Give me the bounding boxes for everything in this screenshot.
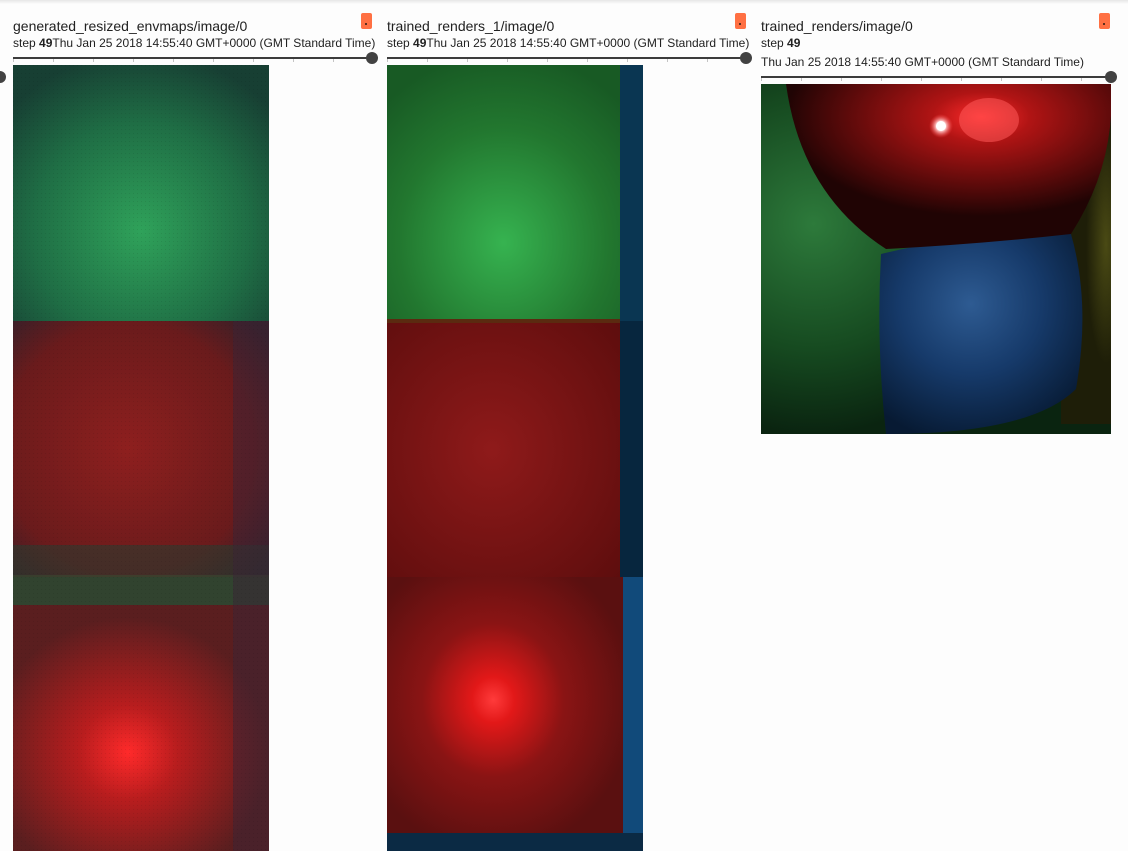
card-title: trained_renders/image/0 <box>761 18 913 34</box>
slider-thumb[interactable] <box>366 52 378 64</box>
slider-ticks <box>13 59 372 62</box>
card-title: trained_renders_1/image/0 <box>387 18 555 34</box>
toolbar-shadow <box>0 0 1128 4</box>
slider-ticks <box>761 78 1111 81</box>
step-label: step <box>13 36 36 50</box>
slider-thumb[interactable] <box>1105 71 1117 83</box>
render-image[interactable] <box>761 84 1111 434</box>
card-title: generated_resized_envmaps/image/0 <box>13 18 248 34</box>
timestamp: Thu Jan 25 2018 14:55:40 GMT+0000 (GMT S… <box>52 36 376 50</box>
expand-button[interactable] <box>361 13 372 29</box>
timestamp: Thu Jan 25 2018 14:55:40 GMT+0000 (GMT S… <box>761 55 1084 69</box>
step-label: step <box>761 36 784 50</box>
expand-button[interactable] <box>1099 13 1110 29</box>
expand-button[interactable] <box>735 13 746 29</box>
render-graphic <box>761 84 1111 434</box>
step-info: step 49Thu Jan 25 2018 14:55:40 GMT+0000… <box>387 36 749 50</box>
render-image[interactable] <box>387 65 643 851</box>
step-value: 49 <box>787 36 801 50</box>
step-value: 49 <box>413 36 427 50</box>
step-slider[interactable] <box>387 52 752 64</box>
step-info: step 49 <box>761 36 800 50</box>
envmap-graphic <box>13 65 269 851</box>
slider-thumb[interactable] <box>740 52 752 64</box>
step-info: step 49Thu Jan 25 2018 14:55:40 GMT+0000… <box>13 36 375 50</box>
scroll-handle[interactable] <box>0 71 6 83</box>
envmap-image[interactable] <box>13 65 269 851</box>
timestamp: Thu Jan 25 2018 14:55:40 GMT+0000 (GMT S… <box>426 36 750 50</box>
step-value: 49 <box>39 36 53 50</box>
render-graphic <box>387 65 643 851</box>
step-label: step <box>387 36 410 50</box>
step-slider[interactable] <box>761 71 1117 83</box>
slider-ticks <box>387 59 746 62</box>
step-slider[interactable] <box>13 52 378 64</box>
